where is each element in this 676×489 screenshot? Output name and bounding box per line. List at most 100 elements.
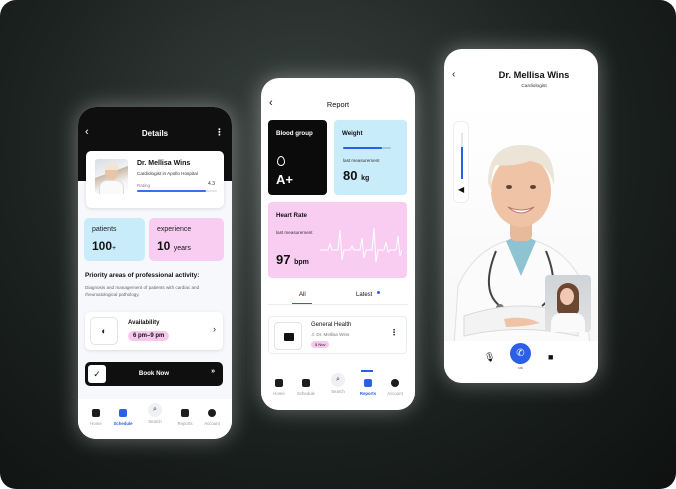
search-icon: ⌕	[148, 403, 162, 417]
ecg-waveform	[320, 227, 402, 263]
availability-card[interactable]: ◐ Availability 6 pm–9 pm ›	[85, 312, 223, 350]
microphone-icon[interactable]: 🎙	[484, 352, 495, 363]
doctor-subtitle: Cardiologist in Apollo Hospital	[137, 171, 198, 176]
tab-reports[interactable]: Reports	[170, 409, 200, 426]
home-icon	[275, 379, 283, 387]
divider	[268, 304, 408, 305]
priority-description: Diagnosis and management of patients wit…	[85, 285, 200, 297]
priority-title: Priority areas of professional activity:	[85, 272, 200, 279]
tab-label: Schedule	[297, 391, 315, 396]
blood-group-title: Blood group	[276, 130, 313, 137]
doctor-role: Cardiologist	[521, 84, 547, 89]
tab-home[interactable]: Home	[81, 409, 111, 426]
calendar-icon	[302, 379, 310, 387]
bottom-nav: Home Schedule ⌕ Search Reports Account	[261, 368, 415, 410]
more-icon[interactable]: ⋮	[215, 127, 224, 138]
weight-card[interactable]: Weight last measurement 80 kg	[334, 120, 407, 195]
active-tab-indicator	[361, 370, 373, 372]
rating-bar	[137, 190, 217, 192]
self-view-video[interactable]	[545, 275, 591, 332]
heart-rate-label: last measurement	[276, 230, 313, 235]
segment-latest[interactable]: Latest	[356, 292, 372, 298]
weight-value: 80 kg	[343, 168, 370, 183]
patients-label: patients	[92, 226, 117, 233]
availability-time: 6 pm–9 pm	[128, 331, 170, 341]
clock-icon: ◐	[90, 317, 118, 345]
search-icon: ⌕	[331, 373, 345, 387]
tab-search[interactable]: ⌕ Search	[323, 373, 353, 394]
chat-icon	[364, 379, 372, 387]
page-title: Report	[326, 100, 350, 109]
video-camera-icon[interactable]: ■	[548, 352, 553, 362]
experience-value: 10 years	[157, 239, 191, 253]
volume-slider[interactable]: ◀	[453, 121, 469, 203]
report-screen: ‹ Report Blood group A+ Weight last meas…	[261, 78, 415, 410]
tab-search[interactable]: ⌕ Search	[140, 403, 170, 424]
tab-account[interactable]: Account	[380, 379, 410, 396]
drop-icon	[277, 156, 285, 166]
call-label: call	[517, 366, 524, 370]
tab-label: Search	[331, 389, 345, 394]
page-title: Details	[141, 129, 169, 138]
experience-label: experience	[157, 226, 192, 233]
tab-label: Reports	[359, 391, 377, 396]
tab-label: Home	[90, 421, 102, 426]
chevron-right-icon: ›	[213, 324, 216, 334]
weight-label: last measurement	[343, 158, 380, 163]
doctor-card[interactable]: Dr. Mellisa Wins Cardiologist in Apollo …	[86, 151, 224, 208]
double-chevron-icon: »	[211, 368, 215, 375]
tab-label: Home	[273, 391, 285, 396]
showcase-background: ‹ Details ⋮ Dr. Mellisa Wins Cardiologis…	[0, 0, 676, 489]
rating-bar-fill	[137, 190, 206, 192]
heart-rate-value: 97 bpm	[276, 252, 309, 267]
chat-icon	[181, 409, 189, 417]
tab-schedule[interactable]: Schedule	[108, 409, 138, 426]
heart-rate-title: Heart Rate	[276, 212, 307, 219]
weight-title: Weight	[342, 130, 363, 137]
segment-all[interactable]: All	[299, 292, 306, 298]
patients-value: 100+	[92, 239, 117, 253]
call-controls: 🎙 ✆ call ■	[444, 341, 598, 383]
record-date: 5 Nov	[311, 341, 330, 348]
more-icon[interactable]: ⋮	[390, 328, 398, 337]
notification-dot	[377, 291, 380, 294]
weight-bar	[343, 147, 391, 149]
experience-card: experience 10 years	[149, 218, 224, 261]
patients-card: patients 100+	[84, 218, 145, 261]
doctor-name: Dr. Mellisa Wins	[137, 160, 191, 167]
tab-label: Schedule	[113, 421, 133, 426]
call-button[interactable]: ✆	[510, 343, 531, 364]
call-screen: ‹ Dr. Mellisa Wins Cardiologist ◀ 🎙 ✆ ca…	[444, 49, 598, 383]
details-screen: ‹ Details ⋮ Dr. Mellisa Wins Cardiologis…	[78, 107, 232, 439]
user-icon	[391, 379, 399, 387]
report-record[interactable]: General Health ♙ Dr. Mellisa Wins 5 Nov …	[268, 316, 407, 354]
calendar-icon	[119, 409, 127, 417]
doctor-name: Dr. Mellisa Wins	[498, 70, 570, 80]
folder-icon	[274, 322, 302, 350]
volume-fill	[461, 147, 463, 179]
tab-account[interactable]: Account	[197, 409, 227, 426]
rating-label: Rating	[137, 183, 151, 188]
home-icon	[92, 409, 100, 417]
speaker-icon: ◀	[458, 185, 465, 194]
report-filter: All Latest	[261, 289, 415, 305]
weight-bar-fill	[343, 147, 383, 149]
book-now-button[interactable]: ✓ Book Now »	[85, 362, 223, 386]
tab-label: Search	[148, 419, 162, 424]
tab-label: Reports	[177, 421, 193, 426]
user-icon	[208, 409, 216, 417]
availability-label: Availability	[128, 320, 160, 326]
tab-reports[interactable]: Reports	[353, 379, 383, 396]
book-now-label: Book Now	[138, 370, 170, 377]
tab-label: Account	[387, 391, 403, 396]
tab-label: Account	[204, 421, 220, 426]
record-title: General Health	[311, 322, 352, 328]
doctor-avatar	[95, 159, 128, 194]
blood-group-value: A+	[276, 172, 293, 187]
tab-schedule[interactable]: Schedule	[291, 379, 321, 396]
heart-rate-card[interactable]: Heart Rate last measurement 97 bpm	[268, 202, 407, 278]
record-doctor: ♙ Dr. Mellisa Wins	[311, 332, 350, 337]
blood-group-card[interactable]: Blood group A+	[268, 120, 327, 195]
tab-home[interactable]: Home	[264, 379, 294, 396]
rating-value: 4.3	[208, 181, 215, 187]
